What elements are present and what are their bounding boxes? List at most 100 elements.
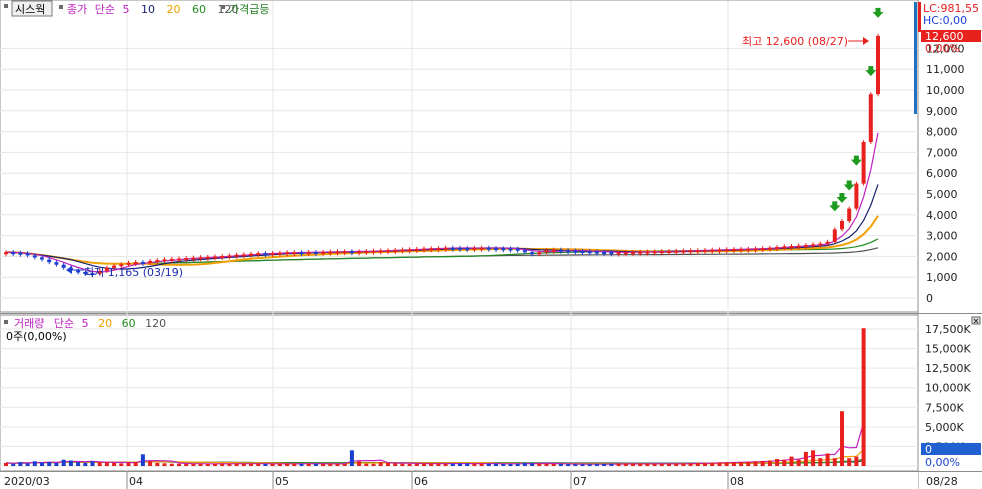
candle: [76, 270, 81, 273]
candle: [537, 252, 542, 255]
price-tick-label: 6,000: [926, 167, 958, 180]
candle: [429, 248, 434, 251]
candle: [501, 248, 506, 251]
candle: [335, 251, 340, 254]
candle: [162, 259, 167, 262]
candle: [789, 246, 794, 248]
volume-bar: [731, 462, 736, 466]
candle: [277, 252, 282, 255]
candle: [321, 251, 326, 254]
volume-bar: [436, 463, 441, 466]
volume-bar: [472, 463, 477, 466]
legend-ma20: 20: [167, 3, 181, 16]
volume-shares-label: 0주(0,00%): [6, 330, 67, 343]
volume-bar: [717, 462, 722, 466]
volume-bar: [638, 463, 643, 466]
volume-bar: [587, 464, 592, 466]
candle: [292, 252, 297, 255]
volume-bar: [191, 463, 196, 466]
volume-bar: [515, 463, 520, 466]
price-tick-label: 5,000: [926, 188, 958, 201]
volume-bar: [443, 463, 448, 466]
volume-bar: [861, 328, 866, 466]
volume-bar: [429, 463, 434, 466]
volume-bar: [18, 462, 23, 466]
volume-bar: [371, 463, 376, 466]
volume-bar: [90, 461, 95, 466]
volume-bar: [277, 463, 282, 466]
candle: [767, 247, 772, 250]
volume-bar: [767, 460, 772, 466]
volume-bar: [256, 463, 261, 466]
candle: [551, 249, 556, 252]
volume-bar: [140, 454, 145, 466]
candle: [587, 251, 592, 254]
volume-bar: [530, 463, 535, 466]
candle: [270, 253, 275, 256]
volume-bar: [782, 459, 787, 466]
candle: [407, 249, 412, 252]
candle: [169, 258, 174, 261]
volume-bar: [335, 463, 340, 466]
candle: [652, 251, 657, 254]
candle: [861, 142, 866, 184]
legend-volume-ma60: 60: [122, 317, 136, 330]
candle: [133, 262, 138, 264]
volume-bar: [213, 463, 217, 466]
volume-pct-label: 0,00%: [925, 456, 960, 469]
volume-bar: [414, 463, 419, 466]
candle: [155, 260, 160, 263]
volume-bar: [393, 463, 398, 466]
candle: [400, 249, 405, 252]
volume-bar: [652, 463, 657, 466]
candle: [349, 251, 354, 254]
volume-bar: [544, 463, 549, 466]
candle: [47, 259, 52, 263]
legend-volume-label: 거래량: [14, 317, 44, 330]
volume-bar: [659, 464, 664, 466]
volume-bar: [818, 458, 823, 466]
candle: [234, 254, 239, 257]
price-tick-label: 10,000: [926, 84, 965, 97]
high-annotation-label: 최고 12,600 (08/27): [742, 35, 848, 48]
volume-bar: [32, 461, 37, 466]
candle: [61, 264, 66, 268]
volume-bar: [645, 463, 650, 466]
volume-bar: [4, 462, 8, 466]
candle: [580, 251, 585, 253]
candle: [659, 251, 664, 254]
volume-bar: [594, 464, 599, 466]
volume-bar: [580, 464, 585, 466]
date-tick-label: 08: [730, 475, 744, 488]
volume-bar: [753, 461, 758, 466]
volume-bar: [321, 463, 326, 466]
volume-bar: [847, 458, 852, 466]
volume-bar: [465, 463, 470, 466]
hc-label: HC:0,00: [923, 14, 967, 27]
volume-bar: [508, 464, 513, 466]
candle: [263, 253, 268, 256]
volume-bar: [681, 463, 686, 466]
volume-bar: [47, 462, 52, 466]
price-tick-label: 7,000: [926, 146, 958, 159]
price-tick-label: 3,000: [926, 230, 958, 243]
candle: [515, 248, 520, 251]
candle: [54, 262, 59, 265]
volume-bar: [349, 450, 354, 466]
candle: [465, 248, 470, 251]
scroll-indicator[interactable]: [914, 2, 917, 114]
date-tick-label: 08/28: [926, 475, 958, 488]
candle: [328, 251, 333, 254]
date-tick-label: 06: [414, 475, 428, 488]
volume-bar: [551, 464, 556, 466]
volume-tick-label: 10,000K: [925, 382, 971, 395]
candle: [458, 247, 462, 250]
date-tick-label: 04: [129, 475, 143, 488]
candle: [688, 250, 693, 253]
legend-bullet-icon: [221, 5, 225, 9]
candle: [868, 94, 873, 142]
volume-bar: [760, 460, 765, 466]
volume-bar: [854, 456, 859, 466]
candle: [393, 250, 398, 252]
candle: [249, 253, 253, 256]
